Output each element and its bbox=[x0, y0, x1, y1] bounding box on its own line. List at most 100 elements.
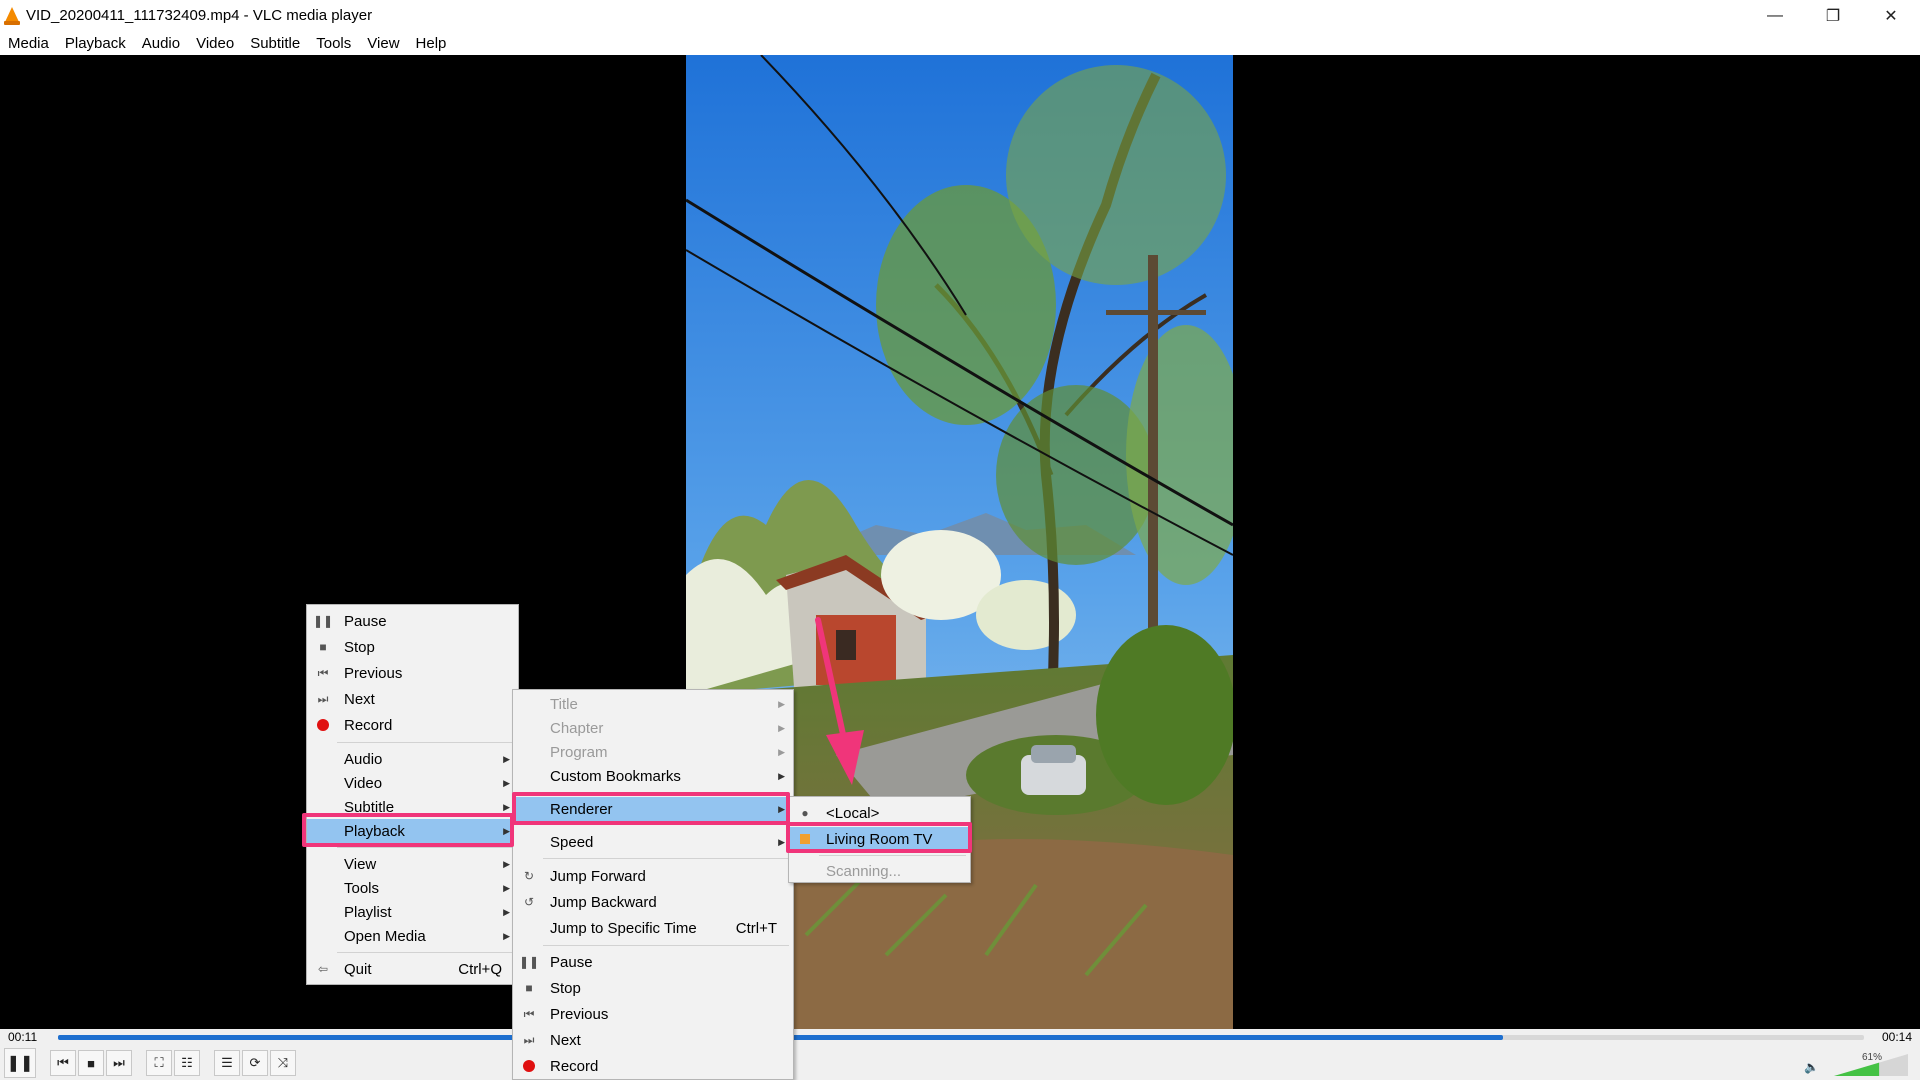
menu-item-custom-bookmarks[interactable]: Custom Bookmarks ▶ bbox=[513, 764, 793, 788]
menu-item-program: Program ▶ bbox=[550, 743, 785, 761]
previous-icon: ⏮ bbox=[523, 1006, 535, 1021]
next-icon: ⏭ bbox=[523, 1032, 535, 1047]
menu-item-playlist[interactable]: Playlist ▶ bbox=[307, 900, 518, 924]
shuffle-button[interactable]: ⤨ bbox=[270, 1050, 296, 1076]
maximize-button[interactable]: ❐ bbox=[1804, 0, 1862, 31]
menu-item-chapter: Chapter ▶ bbox=[550, 719, 785, 737]
menu-item-previous[interactable]: ⏮ Previous bbox=[513, 1002, 793, 1026]
stop-icon: ■ bbox=[525, 981, 533, 995]
submenu-arrow-icon: ▶ bbox=[503, 906, 510, 917]
window-controls: — ❐ ✕ bbox=[1746, 0, 1920, 31]
previous-icon: ⏮ bbox=[317, 665, 329, 680]
pause-icon: ❚❚ bbox=[518, 955, 540, 969]
submenu-arrow-icon: ▶ bbox=[503, 882, 510, 893]
playback-submenu: Title ▶ Chapter ▶ Program ▶ Custom Bookm… bbox=[512, 689, 794, 1080]
menu-item-open-media[interactable]: Open Media ▶ bbox=[307, 924, 518, 948]
menu-media[interactable]: Media bbox=[0, 35, 57, 52]
fullscreen-icon: ⛶ bbox=[154, 1055, 164, 1070]
menu-item-record[interactable]: Record bbox=[307, 713, 518, 737]
menu-item-next[interactable]: ⏭ Next bbox=[307, 687, 518, 711]
jump-backward-icon: ↺ bbox=[523, 895, 535, 909]
minimize-button[interactable]: — bbox=[1746, 0, 1804, 31]
menu-item-speed[interactable]: Speed ▶ bbox=[513, 830, 793, 854]
menu-separator bbox=[337, 742, 514, 743]
shuffle-icon: ⤨ bbox=[277, 1055, 289, 1070]
menu-item-title: Title ▶ bbox=[550, 695, 785, 713]
menu-item-scanning: Scanning... bbox=[826, 862, 902, 880]
submenu-arrow-icon: ▶ bbox=[503, 930, 510, 941]
pause-icon: ❚❚ bbox=[6, 1055, 34, 1072]
menu-item-pause[interactable]: ❚❚ Pause bbox=[513, 950, 793, 974]
menu-item-view[interactable]: View ▶ bbox=[307, 852, 518, 876]
seek-bar[interactable] bbox=[58, 1035, 1864, 1040]
record-icon bbox=[521, 1058, 537, 1074]
menu-playback[interactable]: Playback bbox=[57, 35, 134, 52]
submenu-arrow-icon: ▶ bbox=[778, 722, 785, 733]
close-button[interactable]: ✕ bbox=[1862, 0, 1920, 31]
menu-separator bbox=[337, 847, 514, 848]
menu-separator bbox=[543, 945, 789, 946]
record-icon bbox=[315, 717, 331, 733]
menu-item-stop[interactable]: ■ Stop bbox=[513, 976, 793, 1000]
menu-separator bbox=[819, 855, 966, 856]
menu-item-tools[interactable]: Tools ▶ bbox=[307, 876, 518, 900]
elapsed-time: 00:11 bbox=[8, 1030, 38, 1044]
previous-icon: ⏮ bbox=[57, 1055, 69, 1070]
submenu-arrow-icon: ▶ bbox=[778, 770, 785, 781]
menu-item-video[interactable]: Video ▶ bbox=[307, 771, 518, 795]
menu-item-audio[interactable]: Audio ▶ bbox=[307, 747, 518, 771]
menu-audio[interactable]: Audio bbox=[134, 35, 188, 52]
annotation-playback-highlight bbox=[302, 813, 514, 847]
playlist-button[interactable]: ☰ bbox=[214, 1050, 240, 1076]
title-bar: VID_20200411_111732409.mp4 - VLC media p… bbox=[0, 0, 1920, 31]
fullscreen-button[interactable]: ⛶ bbox=[146, 1050, 172, 1076]
menu-subtitle[interactable]: Subtitle bbox=[242, 35, 308, 52]
menu-help[interactable]: Help bbox=[408, 35, 455, 52]
quit-icon: ⇦ bbox=[317, 962, 329, 976]
menu-item-jump-to-time[interactable]: Jump to Specific Time Ctrl+T bbox=[513, 916, 793, 940]
volume-control[interactable]: 🔈 61% bbox=[1804, 1052, 1914, 1076]
menu-separator bbox=[543, 858, 789, 859]
menu-item-next[interactable]: ⏭ Next bbox=[513, 1028, 793, 1052]
menu-tools[interactable]: Tools bbox=[308, 35, 359, 52]
menu-bar: Media Playback Audio Video Subtitle Tool… bbox=[0, 31, 1920, 55]
menu-item-previous[interactable]: ⏮ Previous bbox=[307, 661, 518, 685]
window-title: VID_20200411_111732409.mp4 - VLC media p… bbox=[26, 7, 373, 24]
annotation-living-room-highlight bbox=[786, 822, 972, 853]
loop-icon: ⟳ bbox=[249, 1055, 261, 1070]
submenu-arrow-icon: ▶ bbox=[778, 698, 785, 709]
seek-row: 00:11 00:14 bbox=[0, 1029, 1920, 1046]
equalizer-icon: ☷ bbox=[181, 1055, 193, 1070]
context-menu: ❚❚ Pause ■ Stop ⏮ Previous ⏭ Next Record… bbox=[306, 604, 519, 985]
controls-bar: ❚❚ ⏮ ■ ⏭ ⛶ ☷ ☰ ⟳ ⤨ 🔈 61% bbox=[0, 1046, 1920, 1080]
speaker-icon: 🔈 bbox=[1804, 1060, 1819, 1074]
menu-item-stop[interactable]: ■ Stop bbox=[307, 635, 518, 659]
playlist-icon: ☰ bbox=[221, 1055, 233, 1070]
stop-button[interactable]: ■ bbox=[78, 1050, 104, 1076]
stop-icon: ■ bbox=[319, 640, 327, 654]
menu-item-jump-backward[interactable]: ↺ Jump Backward bbox=[513, 890, 793, 914]
next-icon: ⏭ bbox=[113, 1055, 125, 1070]
submenu-arrow-icon: ▶ bbox=[503, 777, 510, 788]
submenu-arrow-icon: ▶ bbox=[778, 836, 785, 847]
menu-item-jump-forward[interactable]: ↻ Jump Forward bbox=[513, 864, 793, 888]
total-time: 00:14 bbox=[1881, 1030, 1912, 1044]
submenu-arrow-icon: ▶ bbox=[503, 801, 510, 812]
menu-view[interactable]: View bbox=[359, 35, 407, 52]
menu-item-record[interactable]: Record bbox=[513, 1054, 793, 1078]
selected-dot-icon: ● bbox=[801, 806, 809, 820]
annotation-renderer-highlight bbox=[512, 792, 790, 825]
jump-forward-icon: ↻ bbox=[523, 869, 535, 883]
extended-settings-button[interactable]: ☷ bbox=[174, 1050, 200, 1076]
volume-percent: 61% bbox=[1862, 1052, 1883, 1063]
next-icon: ⏭ bbox=[317, 691, 329, 706]
pause-button[interactable]: ❚❚ bbox=[4, 1048, 36, 1078]
submenu-arrow-icon: ▶ bbox=[778, 746, 785, 757]
previous-button[interactable]: ⏮ bbox=[50, 1050, 76, 1076]
menu-separator bbox=[337, 952, 514, 953]
menu-item-pause[interactable]: ❚❚ Pause bbox=[307, 609, 518, 633]
menu-item-quit[interactable]: ⇦ Quit Ctrl+Q bbox=[307, 957, 518, 981]
menu-video[interactable]: Video bbox=[188, 35, 242, 52]
next-button[interactable]: ⏭ bbox=[106, 1050, 132, 1076]
loop-button[interactable]: ⟳ bbox=[242, 1050, 268, 1076]
